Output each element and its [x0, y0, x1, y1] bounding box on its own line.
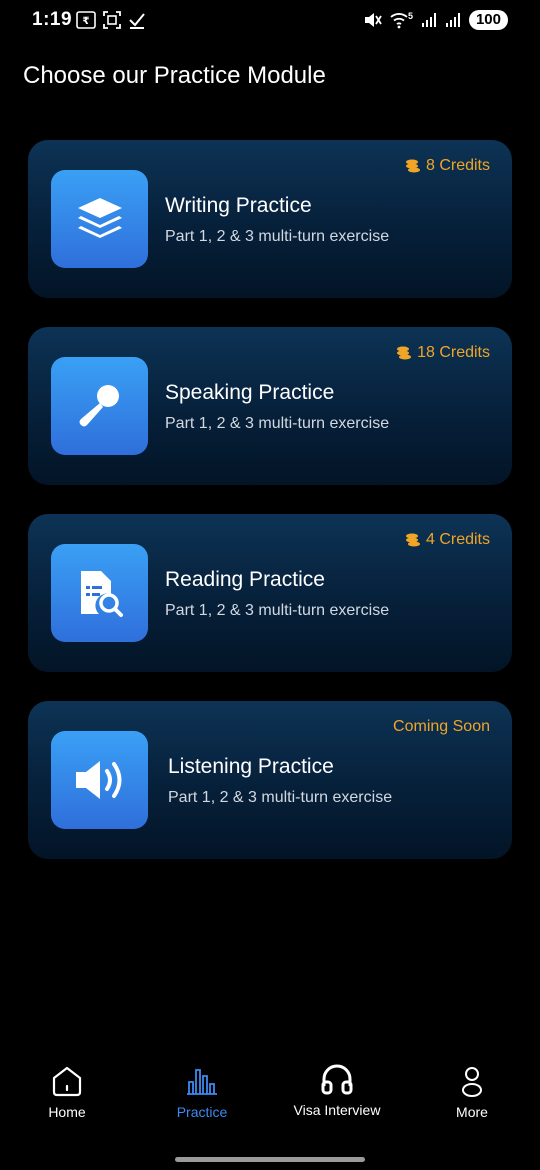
mute-icon: [364, 13, 382, 27]
status-left-icons: ₹: [76, 10, 146, 30]
module-card-writing[interactable]: 8 Credits Writing Practice Part 1, 2 & 3…: [28, 140, 512, 298]
user-icon: [462, 1067, 482, 1097]
nav-item-more[interactable]: More: [412, 1064, 532, 1120]
nav-label-visa-interview: Visa Interview: [293, 1102, 381, 1118]
nav-label-home: Home: [48, 1104, 86, 1120]
wifi-icon: 5: [390, 11, 413, 29]
signal-icon: [421, 13, 436, 27]
module-card-listening[interactable]: Coming Soon Listening Practice Part 1, 2…: [28, 701, 512, 859]
card-title: Reading Practice: [165, 568, 325, 591]
home-icon: [52, 1066, 82, 1097]
nav-label-more: More: [456, 1104, 488, 1120]
credits-label: 8 Credits: [425, 157, 490, 174]
screenshot-icon: [103, 11, 121, 29]
coins-icon: [405, 159, 420, 173]
card-subtitle: Part 1, 2 & 3 multi-turn exercise: [165, 228, 390, 245]
speaker-icon: [51, 731, 148, 829]
signal-icon: [445, 13, 460, 27]
credits-label: 18 Credits: [417, 344, 490, 361]
home-indicator[interactable]: [175, 1157, 365, 1162]
coins-icon: [397, 346, 412, 360]
nav-item-home[interactable]: Home: [7, 1064, 127, 1120]
module-card-speaking[interactable]: 18 Credits Speaking Practice Part 1, 2 &…: [28, 327, 512, 485]
nav-item-practice[interactable]: Practice: [142, 1064, 262, 1120]
layers-icon: [51, 170, 148, 268]
headphones-icon: [321, 1064, 353, 1095]
status-badge: Coming Soon: [393, 718, 490, 736]
credits-badge: 18 Credits: [396, 344, 490, 362]
svg-text:₹: ₹: [83, 16, 90, 27]
bottom-nav: Home Practice Visa Interview More: [0, 1050, 540, 1140]
card-subtitle: Part 1, 2 & 3 multi-turn exercise: [168, 789, 393, 806]
card-title: Writing Practice: [165, 194, 312, 217]
bar-chart-icon: [187, 1069, 217, 1095]
coins-icon: [405, 533, 420, 547]
card-subtitle: Part 1, 2 & 3 multi-turn exercise: [165, 415, 390, 432]
credits-badge: 4 Credits: [405, 531, 490, 549]
battery-indicator: 100: [468, 10, 508, 30]
check-icon: [129, 13, 145, 29]
microphone-icon: [51, 357, 148, 455]
nav-label-practice: Practice: [176, 1104, 228, 1120]
coming-soon-label: Coming Soon: [393, 718, 490, 735]
card-title: Speaking Practice: [165, 381, 335, 404]
wifi-label: 5: [407, 11, 413, 21]
document-search-icon: [51, 544, 148, 642]
rupee-icon: ₹: [76, 11, 96, 29]
status-time: 1:19: [32, 9, 73, 30]
status-right-icons: 5 100: [362, 10, 508, 30]
nav-item-visa-interview[interactable]: Visa Interview: [277, 1062, 397, 1118]
status-bar: 1:19 ₹ 5 100: [0, 0, 540, 42]
page-title: Choose our Practice Module: [23, 62, 326, 89]
module-card-reading[interactable]: 4 Credits Reading Practice Part 1, 2 & 3…: [28, 514, 512, 672]
credits-badge: 8 Credits: [405, 157, 490, 175]
card-title: Listening Practice: [168, 755, 334, 778]
card-subtitle: Part 1, 2 & 3 multi-turn exercise: [165, 602, 390, 619]
credits-label: 4 Credits: [425, 531, 490, 548]
